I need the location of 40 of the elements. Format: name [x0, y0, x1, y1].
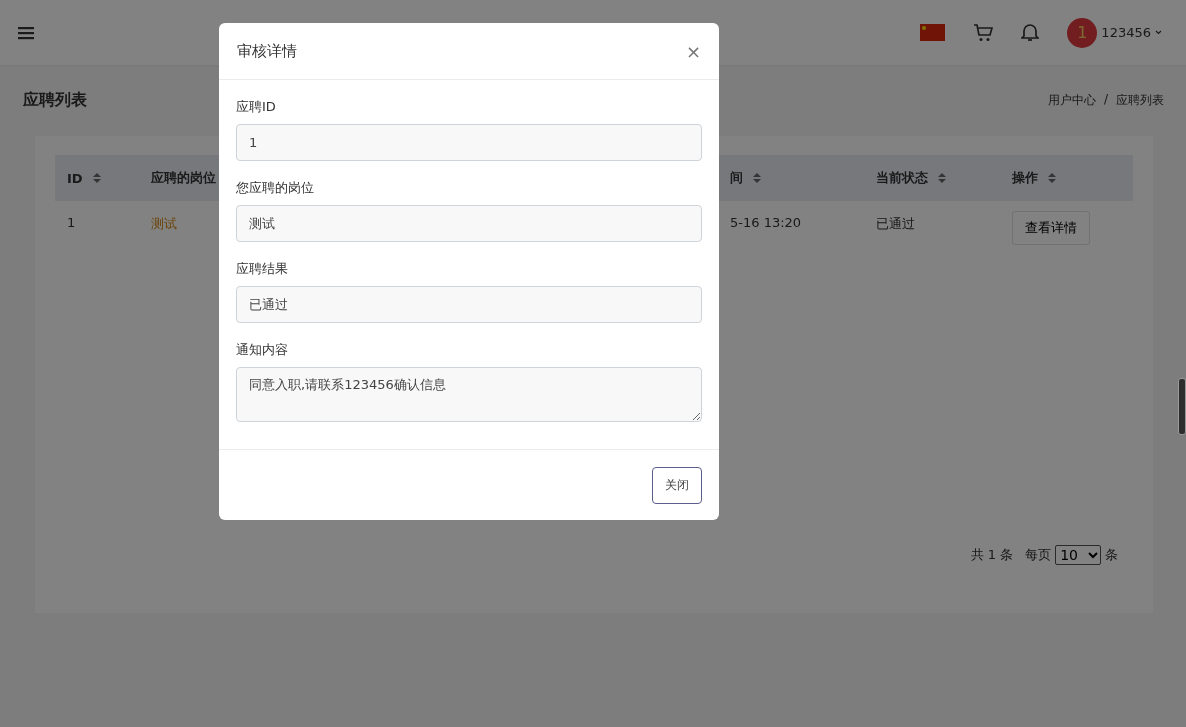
page-title: 应聘列表 — [23, 89, 87, 111]
per-page-label: 每页 — [1025, 546, 1052, 564]
chevron-down-icon[interactable] — [1155, 30, 1162, 35]
chevron-down-icon — [1088, 551, 1098, 559]
side-widget[interactable] — [1178, 378, 1186, 435]
column-header[interactable]: 间 — [730, 169, 743, 187]
close-button[interactable]: 关闭 — [652, 466, 702, 504]
breadcrumb-link[interactable]: 用户中心 — [1047, 91, 1096, 109]
menu-icon[interactable] — [18, 25, 34, 40]
view-details-button[interactable]: 查看详情 — [1012, 211, 1090, 245]
field-label: 通知内容 — [236, 341, 289, 359]
input-field[interactable]: 测试 — [236, 205, 702, 242]
username-dropdown[interactable]: 123456 — [1101, 25, 1151, 40]
column-header[interactable]: 应聘的岗位 — [151, 169, 216, 187]
per-page-select[interactable]: 10 — [1055, 545, 1101, 565]
sort-icon[interactable] — [753, 172, 761, 184]
sort-icon[interactable] — [1048, 172, 1056, 184]
field-label: 应聘结果 — [236, 260, 289, 278]
close-icon[interactable]: × — [685, 40, 701, 62]
total-count: 共 1 条 — [970, 546, 1014, 564]
table-cell: 已通过 — [876, 216, 915, 231]
flag-icon[interactable] — [920, 24, 946, 41]
breadcrumb-separator: / — [1103, 91, 1108, 108]
textarea-field[interactable]: 同意入职,请联系123456确认信息 — [236, 367, 702, 422]
column-header[interactable]: 当前状态 — [876, 169, 928, 187]
input-field[interactable]: 1 — [236, 124, 702, 161]
breadcrumb-link[interactable]: 应聘列表 — [1116, 91, 1164, 109]
field-label: 您应聘的岗位 — [236, 179, 315, 197]
per-page-unit: 条 — [1105, 546, 1118, 564]
input-field[interactable]: 已通过 — [236, 286, 702, 323]
cart-icon[interactable] — [973, 23, 994, 42]
table-cell: 5-16 13:20 — [730, 215, 802, 230]
field-label: 应聘ID — [236, 98, 277, 116]
bell-icon[interactable] — [1021, 23, 1040, 42]
sort-icon[interactable] — [92, 172, 101, 184]
column-header[interactable]: ID — [67, 170, 83, 186]
column-header[interactable]: 操作 — [1012, 169, 1038, 187]
modal-title: 审核详情 — [237, 41, 297, 61]
table-cell: 1 — [67, 215, 76, 230]
sort-icon[interactable] — [938, 172, 946, 184]
